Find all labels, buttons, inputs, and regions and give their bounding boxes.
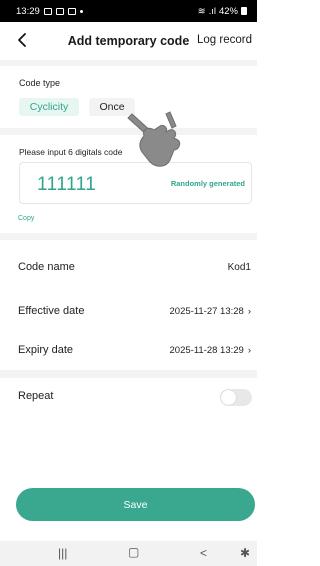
- mail-icon: [67, 7, 76, 15]
- toggle-knob: [221, 390, 236, 405]
- expiry-date-value-wrap: 2025-11-28 13:29 ›: [170, 345, 251, 356]
- code-input-prompt: Please input 6 digitals code: [19, 147, 123, 157]
- dot-icon: [79, 9, 83, 13]
- copy-link[interactable]: Copy: [18, 215, 34, 222]
- effective-date-value-wrap: 2025-11-27 13:28 ›: [170, 306, 251, 317]
- expiry-date-value: 2025-11-28 13:29: [169, 345, 244, 356]
- app-header: Add temporary code Log record: [0, 22, 257, 60]
- repeat-label: Repeat: [18, 390, 54, 402]
- log-record-link[interactable]: Log record: [197, 34, 252, 46]
- effective-date-value: 2025-11-27 13:28: [169, 306, 244, 317]
- code-type-cyclicity[interactable]: Cyclicity: [19, 98, 79, 116]
- code-name-label: Code name: [18, 261, 75, 273]
- status-time: 13:29: [16, 5, 40, 17]
- home-icon[interactable]: ▢: [128, 545, 139, 559]
- expiry-date-row[interactable]: Expiry date 2025-11-28 13:29 ›: [0, 331, 257, 371]
- battery-icon: [241, 7, 247, 15]
- system-nav-bar: ||| ▢ < ✱: [0, 541, 257, 566]
- repeat-row: Repeat: [0, 377, 257, 417]
- chevron-right-icon: ›: [247, 345, 251, 356]
- code-name-value: Kod1: [227, 262, 251, 273]
- hand-pointer-icon: [127, 111, 181, 167]
- chevron-right-icon: ›: [247, 306, 251, 317]
- code-type-label: Code type: [19, 78, 61, 88]
- effective-date-row[interactable]: Effective date 2025-11-27 13:28 ›: [0, 292, 257, 332]
- signal-icon: .ıl: [208, 5, 216, 17]
- battery-level: 42%: [218, 5, 238, 17]
- effective-date-label: Effective date: [18, 305, 85, 317]
- accessibility-icon[interactable]: ✱: [240, 546, 250, 560]
- gallery-icon: [55, 7, 64, 15]
- randomly-generated-button[interactable]: Randomly generated: [171, 179, 245, 188]
- repeat-toggle[interactable]: [220, 389, 252, 406]
- divider: [0, 60, 257, 66]
- code-name-row[interactable]: Code name Kod1: [0, 248, 257, 288]
- save-button[interactable]: Save: [16, 488, 255, 521]
- wifi-icon: ≋: [197, 5, 206, 17]
- notification-icon: [43, 7, 52, 15]
- status-bar: 13:29 ≋ .ıl 42%: [0, 0, 257, 22]
- back-nav-icon[interactable]: <: [200, 546, 207, 560]
- recent-apps-icon[interactable]: |||: [58, 546, 67, 560]
- expiry-date-label: Expiry date: [18, 344, 74, 356]
- divider: [0, 233, 257, 240]
- code-value[interactable]: 111111: [37, 174, 96, 196]
